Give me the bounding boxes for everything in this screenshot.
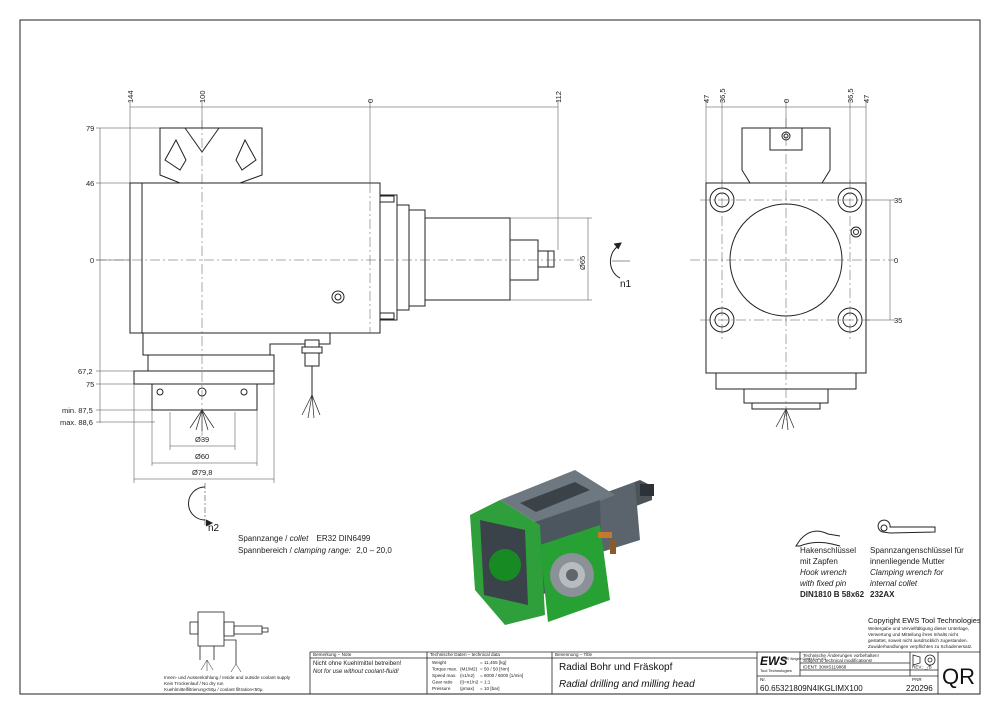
tech-value-torque: = 50 / 50 [Nm] [480,667,509,672]
dim-dia-60: Ø60 [195,452,209,461]
tech-value-weight: = 11,455 [kg] [480,660,506,665]
dim-dia-39: Ø39 [195,435,209,444]
part-number: 60.65321809N4IKGLIMX100 [760,684,863,693]
ews-logo-sub: Tool Technologies [760,668,792,673]
copyright-block: Copyright EWS Tool Technologies Weiterga… [868,616,981,649]
dim-dia-65: Ø65 [578,256,587,270]
coolant-legend-line-3: Kuehlmittelfiltrierung<50µ / coolant fil… [164,687,263,692]
side-view [96,100,630,527]
clamping-range-line: Spannbereich / clamping range: 2,0 – 20,… [238,546,392,555]
dim-left-79: 79 [86,124,94,133]
collet-info: Spannzange / collet ER32 DIN6499 Spannbe… [238,534,392,555]
collet-label-de: Spannzange / [238,534,288,543]
coolant-legend-line-2: Kein Trockenlauf / No dry run [164,681,224,686]
dim-front-35-bottom: 35 [894,316,902,325]
tech-value-pressure: = 10 [bar] [480,686,500,691]
dim-front-47-left: 47 [702,95,711,103]
hook-en2: with fixed pin [800,579,847,588]
product-3d-render [470,470,654,625]
tech-unit-gear: (i)=n1/n2 [460,680,479,685]
front-view [690,100,895,431]
tech-label-weight: Weight [432,660,447,665]
qr-label: QR [942,664,975,689]
clamp-en1: Clamping wrench for [870,568,944,577]
dim-top-100: 100 [198,90,207,103]
rotation-label-n1: n1 [620,279,632,290]
part-no-label: Nr. [760,677,766,682]
hook-code: DIN1810 B 58x62 [800,590,865,599]
dim-front-47-right: 47 [862,95,871,103]
copyright-line-4: Zuwiderhandlungen verpflichten zu Schade… [868,644,972,649]
hook-wrench-illustration [795,530,841,547]
dim-left-max: max. 88,6 [60,418,93,427]
collet-value: ER32 DIN6499 [317,534,371,543]
dim-front-36-5-left: 36,5 [718,88,727,103]
note-header: Bemerkung – Note [313,652,352,657]
clamp-de2: innenliegende Mutter [870,557,945,566]
dim-top-112: 112 [554,91,563,103]
copyright-line-1: Weitergabe und Vervielfältigung dieser U… [868,626,969,631]
copyright-line-3: gestattet, soweit nicht ausdrücklich zug… [868,638,968,643]
dim-top-0: 0 [366,99,375,103]
dim-left-67-2: 67,2 [78,367,93,376]
product-title-en: Radial drilling and milling head [559,679,695,690]
clamp-wrench-text: Spannzangenschlüssel für innenliegende M… [870,546,964,599]
dim-front-0: 0 [782,99,791,103]
drawing-number: 220296 [906,684,933,693]
clamp-de1: Spannzangenschlüssel für [870,546,964,555]
dim-left-46: 46 [86,179,94,188]
dim-front-36-5-right: 36,5 [846,88,855,103]
tech-value-gear: = 1:1 [480,680,491,685]
tech-label-gear: Gear ratio [432,680,453,685]
dim-left-75: 75 [86,380,94,389]
tech-header: Technische Daten – technical data [430,652,500,657]
ident: IDENT: 30WS119868 [803,665,847,670]
copyright-title: Copyright EWS Tool Technologies [868,616,981,625]
hook-en1: Hook wrench [800,568,847,577]
tech-label-torque: Torque max. [432,667,457,672]
clamping-label-de: Spannbereich / [238,546,293,555]
hook-de1: Hakenschlüssel [800,546,856,555]
tech-label-pressure: Pressure [432,686,451,691]
dim-left-min: min. 87,5 [62,406,93,415]
tech-value-speed: = 6000 / 6000 [1/min] [480,673,523,678]
dim-front-0-right: 0 [894,256,898,265]
tech-unit-speed: (n1/n2) [460,673,475,678]
collet-line: Spannzange / collet ER32 DIN6499 [238,534,371,543]
drawing-no-label: PNR [912,677,922,682]
coolant-legend-line-1: Innen- und Aussenkühlung / Inside and ou… [164,675,291,680]
clamping-label-en: clamping range: [294,546,351,555]
dim-top-144: 144 [126,90,135,103]
clamp-wrench-illustration [877,519,936,534]
tech-unit-torque: (M1/M2) [460,667,478,672]
technical-drawing-sheet: 144 100 0 112 79 46 0 67,2 75 min. 87,5 … [19,19,981,695]
copyright-line-2: Verwertung und Mitteilung ihres Inhalts … [868,632,959,637]
tech-unit-pressure: (pmax) [460,686,475,691]
change-note-en: Subject to technical modifications! [803,658,872,663]
dim-front-35-top: 35 [894,196,902,205]
coolant-schematic [189,611,269,673]
hook-wrench-text: Hakenschlüssel mit Zapfen Hook wrench wi… [800,546,865,599]
product-title-de: Radial Bohr und Fräskopf [559,662,673,673]
revision: REV.: _/B [912,665,932,670]
note-en: Not for use without coolant-fluid! [313,669,399,675]
clamp-code: 232AX [870,590,895,599]
rotation-label-n2: n2 [208,523,220,534]
collet-label-en: collet [290,534,309,543]
clamp-en2: internal collet [870,579,918,588]
hook-de2: mit Zapfen [800,557,838,566]
tech-label-speed: Speed max. [432,673,457,678]
dim-left-0: 0 [90,256,94,265]
clamping-range-value: 2,0 – 20,0 [356,546,392,555]
title-header: Benennung – Title [555,652,592,657]
note-de: Nicht ohne Kuehlmittel betreiben! [313,661,402,667]
tech-data-rows: Weight = 11,455 [kg] Torque max. (M1/M2)… [432,660,523,691]
dim-dia-79-8: Ø79,8 [192,468,212,477]
coolant-legend: Innen- und Aussenkühlung / Inside and ou… [164,675,291,692]
